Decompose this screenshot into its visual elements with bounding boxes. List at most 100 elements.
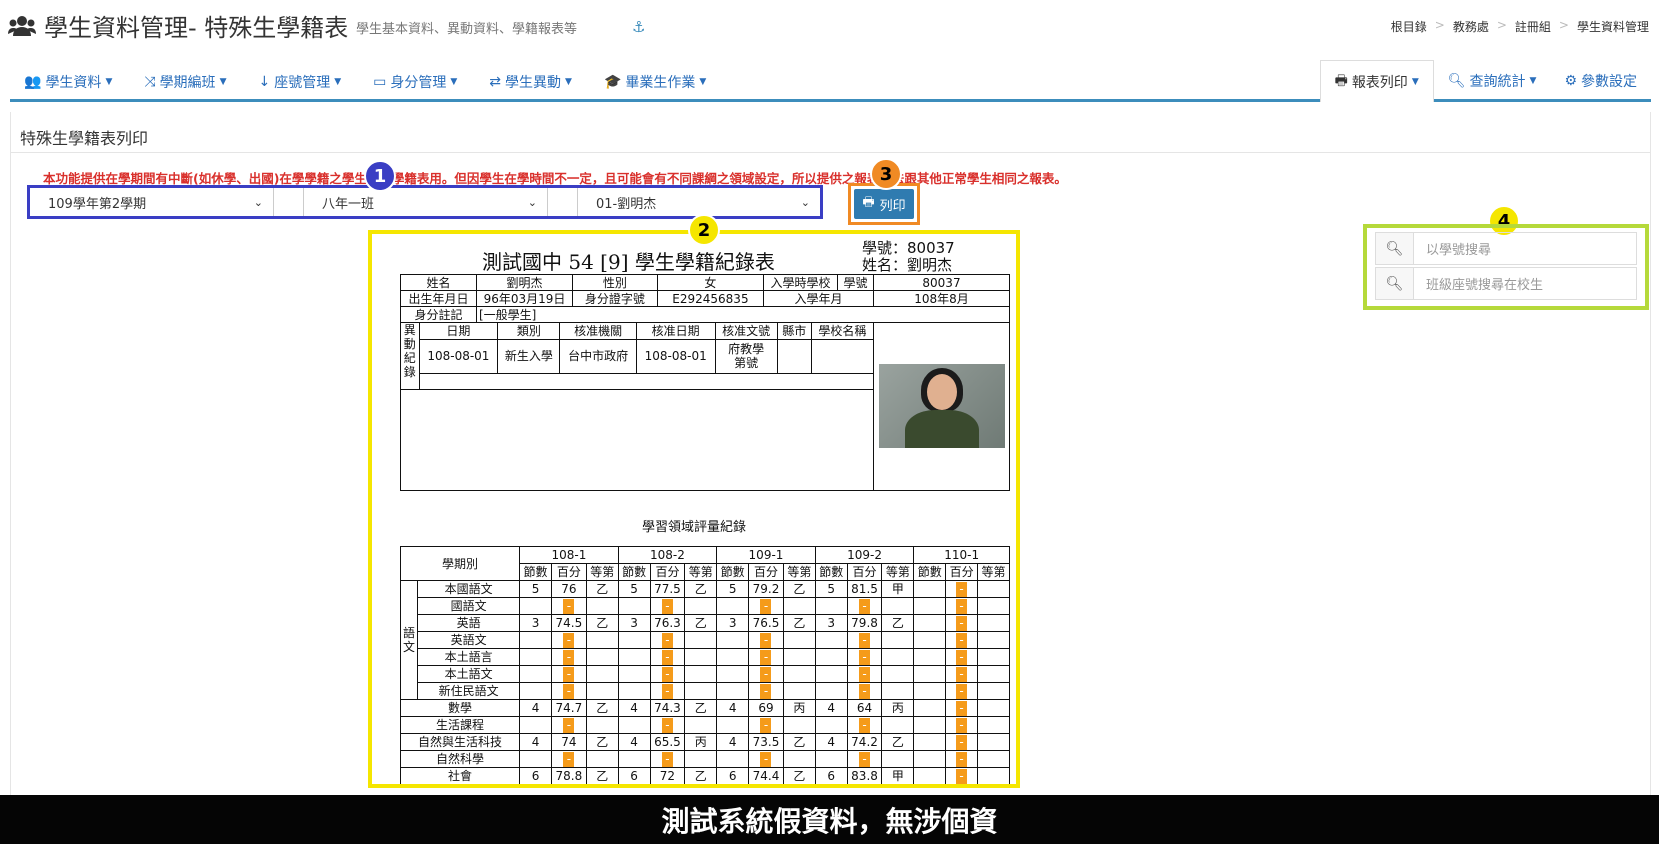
grade-cell [977, 750, 1010, 768]
cell: E292456835 [656, 290, 765, 307]
breadcrumb-item[interactable]: 學生資料管理 [1577, 18, 1649, 35]
student-select[interactable]: 01-劉明杰 ⌄ [578, 188, 820, 216]
empty-score-marker: - [859, 751, 871, 767]
grade-cell [913, 580, 947, 598]
grade-cell: - [945, 614, 979, 632]
nav-label: 學生資料 [45, 75, 102, 91]
breadcrumb-item[interactable]: 教務處 [1453, 18, 1489, 35]
cell: 身分證字號 [572, 290, 658, 307]
users-icon [8, 15, 36, 36]
cell: 身分註記 [400, 306, 477, 323]
cell: 台中市政府 [559, 338, 637, 374]
footer-banner: 測試系統假資料，無涉個資 [0, 795, 1659, 844]
grade-cell: - [649, 631, 686, 649]
breadcrumb-separator: > [1496, 18, 1507, 32]
subject-cell: 本土語言 [417, 648, 521, 666]
print-button[interactable]: 🖶 列印 [854, 189, 914, 219]
grade-cell: - [945, 682, 979, 700]
cell: [一般學生] [476, 306, 1010, 323]
grade-cell: 乙 [881, 614, 915, 632]
grade-cell [913, 614, 947, 632]
nav-settings[interactable]: ⚙ 參數設定 [1550, 60, 1651, 102]
panel-right-border [1650, 112, 1651, 795]
grade-cell [913, 631, 947, 649]
grade-cell: 3 [814, 614, 848, 632]
grade-cell [716, 648, 750, 666]
grade-cell: - [945, 733, 979, 751]
grade-cell: 72 [649, 767, 686, 784]
panel-title: 特殊生學籍表列印 [20, 129, 149, 148]
empty-score-marker: - [760, 751, 772, 767]
nav-left: 👥 學生資料 ▼ ⤨ 學期編班 ▼ ↓ 座號管理 ▼ ▭ 身分管理 ▼ ⇄ 學生異動 ▼ 🎓 畢業生作… [24, 72, 738, 92]
grade-cell: 4 [617, 699, 651, 717]
cell: 核准日期 [635, 323, 716, 340]
search-by-id-input[interactable]: 以學號搜尋 [1414, 233, 1636, 264]
breadcrumb-item[interactable]: 註冊組 [1515, 18, 1551, 35]
search-by-id[interactable]: 🔍︎ 以學號搜尋 [1375, 232, 1637, 265]
breadcrumb-item[interactable]: 根目錄 [1391, 18, 1427, 35]
nav-student-change[interactable]: ⇄ 學生異動 ▼ [489, 72, 588, 92]
grade-cell [617, 716, 651, 734]
grade-cell: 6 [519, 767, 552, 784]
empty-score-marker: - [859, 717, 871, 733]
grade-cell [585, 750, 619, 768]
grade-cell: 乙 [684, 614, 718, 632]
class-select[interactable]: 八年一班 ⌄ [304, 188, 548, 216]
term-select[interactable]: 109學年第2學期 ⌄ [30, 188, 274, 216]
grade-cell [977, 733, 1010, 751]
grade-cell: - [550, 597, 587, 615]
anchor-icon[interactable]: ⚓ [632, 18, 645, 36]
breadcrumb: 根目錄 > 教務處 > 註冊組 > 學生資料管理 [1391, 18, 1649, 35]
photo-body [904, 410, 979, 449]
caret-down-icon: ▼ [565, 77, 572, 87]
grade-cell: 3 [716, 614, 750, 632]
grade-cell: 乙 [585, 699, 619, 717]
nav-graduate[interactable]: 🎓 畢業生作業 ▼ [604, 72, 722, 92]
subheader-cell: 等第 [585, 563, 619, 581]
nav-seat-manage[interactable]: ↓ 座號管理 ▼ [258, 72, 357, 92]
nav-label: 報表列印 [1351, 74, 1408, 91]
empty-score-marker: - [760, 683, 772, 699]
breadcrumb-separator: > [1558, 18, 1569, 32]
term-select-value: 109學年第2學期 [48, 196, 147, 212]
group-cell: 語 文 [399, 580, 419, 700]
search-by-seat-input[interactable]: 班級座號搜尋在校生 [1414, 268, 1636, 299]
grade-cell: 76 [550, 580, 587, 598]
nav-query-stats[interactable]: 🔍︎ 查詢統計 ▼ [1434, 60, 1551, 102]
grade-cell: 74.5 [550, 614, 587, 632]
subheader-cell: 節數 [913, 563, 947, 581]
grade-cell [716, 716, 750, 734]
grade-cell [977, 631, 1010, 649]
grade-cell [881, 648, 915, 666]
grades-title: 學習領域評量紀錄 [641, 520, 746, 535]
cell: 學校名稱 [810, 323, 873, 340]
callout-badge-3: 3 [870, 158, 902, 190]
subject-cell: 本國語文 [417, 580, 521, 598]
grade-cell [519, 648, 552, 666]
nav-class-assign[interactable]: ⤨ 學期編班 ▼ [144, 72, 242, 92]
grade-cell: 74.4 [748, 767, 784, 784]
grade-cell [913, 767, 947, 784]
grade-cell: - [846, 665, 883, 683]
grade-cell [977, 580, 1010, 598]
grade-cell: 76.3 [649, 614, 686, 632]
cell: 108年8月 [873, 290, 1010, 307]
graduation-cap-icon: 🎓 [603, 74, 622, 90]
grade-cell [684, 648, 718, 666]
nav-identity-manage[interactable]: ▭ 身分管理 ▼ [373, 72, 473, 92]
grade-cell: - [550, 631, 587, 649]
grade-cell: - [550, 750, 587, 768]
basic-info-table: 姓名 劉明杰 性別 女 入學時學校 學號 80037 出生年月日 96年03月1… [400, 274, 1010, 491]
search-by-seat[interactable]: 🔍︎ 班級座號搜尋在校生 [1375, 267, 1637, 300]
empty-score-marker: - [956, 598, 968, 614]
grade-cell: 4 [716, 733, 750, 751]
empty-score-marker: - [956, 768, 968, 784]
grade-cell: - [748, 750, 784, 768]
nav-report-print[interactable]: 🖶 報表列印 ▼ [1319, 60, 1434, 102]
divider [10, 152, 1651, 153]
callout-badge-2: 2 [688, 214, 720, 246]
nav-student-data[interactable]: 👥 學生資料 ▼ [24, 72, 128, 92]
change-record-table: 異動紀錄 日期 類別 核准機關 核准日期 核准文號 縣市 學校名稱 108-08… [401, 323, 873, 390]
grade-cell [881, 597, 915, 615]
